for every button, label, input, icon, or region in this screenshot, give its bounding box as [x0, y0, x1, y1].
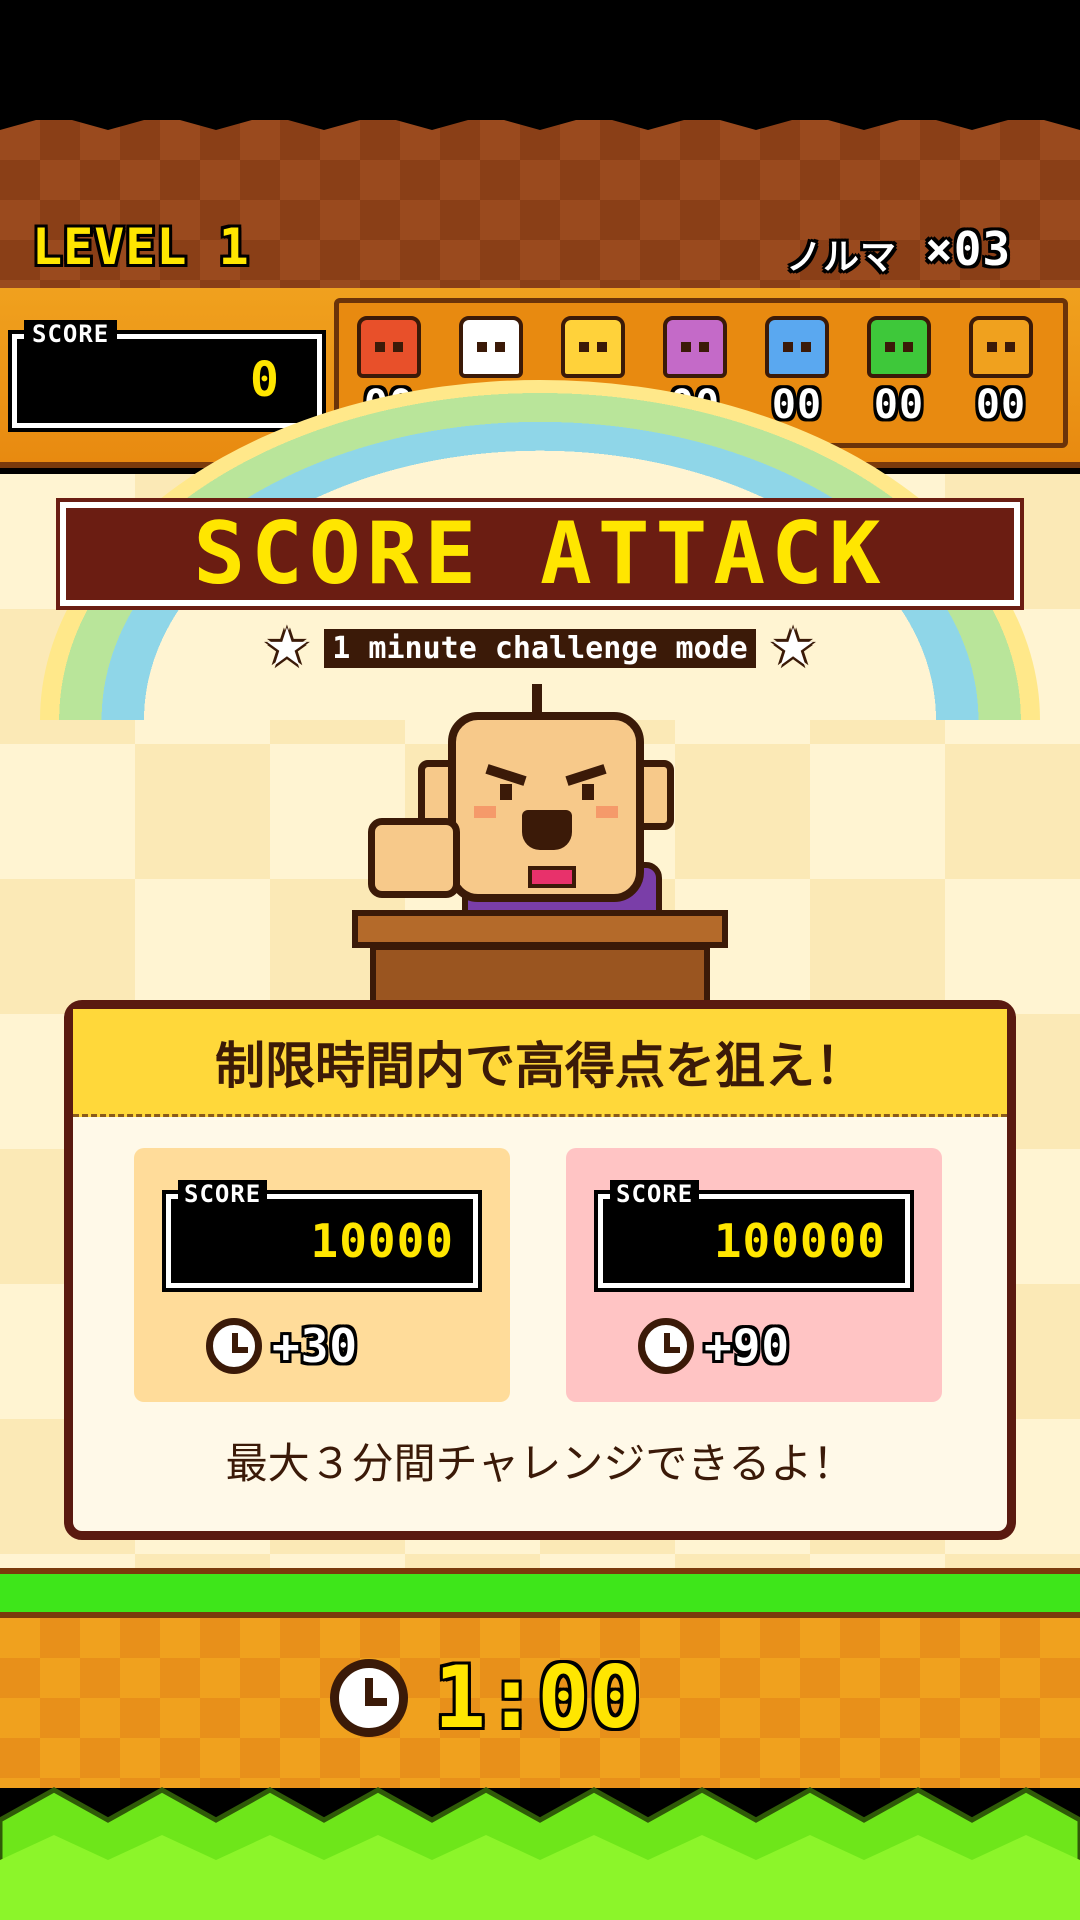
star-icon: ★	[263, 618, 311, 678]
star-icon: ★	[769, 618, 817, 678]
gold-block-monster-icon	[969, 316, 1033, 378]
info-footer: 最大３分間チャレンジできるよ！	[225, 1439, 855, 1488]
timer-value: 1:00	[434, 1648, 642, 1748]
panda-monster-icon	[459, 316, 523, 378]
monster-count: 00	[873, 382, 925, 428]
reward-card-10000: SCORE 10000 +30	[134, 1148, 510, 1402]
red-monster-icon	[357, 316, 421, 378]
quota-value: ×03	[925, 222, 1012, 276]
title-text: SCORE ATTACK	[193, 504, 887, 604]
character-cheek-right	[596, 806, 618, 818]
time-bonus-value: +30	[272, 1319, 359, 1373]
reward-score-label: SCORE	[178, 1180, 268, 1208]
character-eye-right	[582, 784, 594, 800]
monster-counter: 00	[958, 316, 1044, 446]
time-gauge	[0, 1568, 1080, 1618]
title-banner: SCORE ATTACK	[56, 498, 1024, 610]
blue-jellyfish-icon	[765, 316, 829, 378]
reward-score-value: 10000	[310, 1214, 454, 1268]
character-fist	[368, 818, 460, 898]
reward-time-bonus: +30	[206, 1318, 358, 1374]
score-label: SCORE	[24, 320, 118, 348]
reward-score-value: 100000	[713, 1214, 886, 1268]
monster-count: 00	[975, 382, 1027, 428]
clock-icon	[330, 1659, 408, 1737]
quota-label: ノルマ	[786, 237, 898, 278]
character-mustache	[522, 810, 572, 850]
bottom-grass-zigzag	[0, 1787, 1080, 1920]
character-cheek-left	[474, 806, 496, 818]
info-header: 制限時間内で高得点を狙え！	[73, 1009, 1007, 1117]
clock-icon	[638, 1318, 694, 1374]
clock-icon	[206, 1318, 262, 1374]
subtitle-text: 1 minute challenge mode	[324, 628, 756, 668]
podium-top	[352, 910, 728, 948]
character-eye-left	[500, 784, 512, 800]
reward-score-label: SCORE	[610, 1180, 700, 1208]
character-bowtie	[528, 866, 576, 888]
purple-monster-icon	[663, 316, 727, 378]
score-value: 0	[250, 352, 280, 408]
time-bonus-value: +90	[704, 1319, 791, 1373]
green-frog-monster-icon	[867, 316, 931, 378]
reward-card-100000: SCORE 100000 +90	[566, 1148, 942, 1402]
top-zigzag-border	[0, 110, 1080, 130]
reward-time-bonus: +90	[638, 1318, 790, 1374]
level-label: LEVEL 1	[32, 218, 250, 276]
timer: 1:00	[330, 1648, 642, 1748]
giraffe-monster-icon	[561, 316, 625, 378]
monster-counter: 00	[856, 316, 942, 446]
subtitle: ★ 1 minute challenge mode ★	[220, 618, 860, 678]
